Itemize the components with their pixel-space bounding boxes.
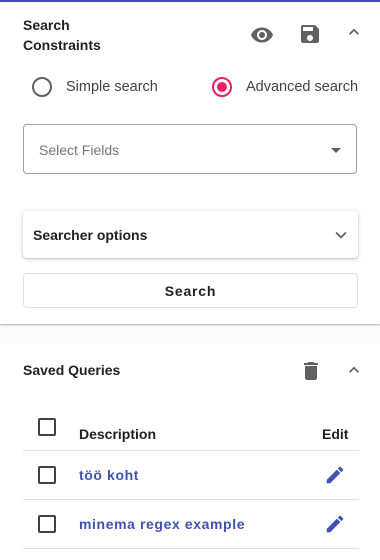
dropdown-arrow-icon (331, 148, 341, 153)
advanced-search-radio[interactable]: Advanced search (212, 74, 358, 100)
trash-icon (299, 359, 323, 383)
query-description-link[interactable]: minema regex example (79, 516, 245, 532)
saved-queries-card: Saved Queries Description Edit töö koht … (0, 344, 380, 560)
section-divider (0, 326, 380, 344)
select-fields-label: Select Fields (39, 142, 120, 158)
table-divider (23, 548, 359, 549)
collapse-search-constraints-button[interactable] (340, 18, 368, 46)
edit-column-header: Edit (322, 426, 349, 442)
table-divider (23, 450, 359, 451)
radio-unchecked-icon (32, 77, 52, 97)
query-description-link[interactable]: töö koht (79, 467, 139, 483)
pencil-icon (324, 513, 346, 535)
edit-query-button[interactable] (321, 461, 349, 489)
delete-queries-button[interactable] (297, 357, 325, 385)
row-checkbox[interactable] (38, 466, 56, 484)
select-fields-dropdown[interactable]: Select Fields (23, 124, 357, 174)
simple-search-label: Simple search (66, 79, 158, 95)
saved-queries-title: Saved Queries (23, 362, 121, 378)
searcher-options-title: Searcher options (33, 227, 148, 243)
advanced-search-label: Advanced search (246, 79, 359, 95)
radio-checked-icon (212, 77, 232, 97)
collapse-saved-queries-button[interactable] (340, 356, 368, 384)
search-constraints-title: Search Constraints (23, 17, 101, 53)
simple-search-radio[interactable]: Simple search (32, 74, 158, 100)
chevron-up-icon (344, 360, 364, 380)
select-all-checkbox[interactable] (38, 418, 56, 436)
search-button[interactable]: Search (23, 273, 358, 308)
save-query-button[interactable] (296, 20, 324, 48)
preview-button[interactable] (248, 21, 276, 49)
row-checkbox[interactable] (38, 515, 56, 533)
search-constraints-card: Search Constraints Simple search Advance… (0, 2, 380, 324)
table-divider (23, 499, 359, 500)
edit-query-button[interactable] (321, 510, 349, 538)
chevron-up-icon (344, 22, 364, 42)
pencil-icon (324, 464, 346, 486)
description-column-header: Description (79, 426, 157, 442)
floppy-disk-icon (298, 22, 322, 46)
chevron-down-icon (330, 224, 352, 251)
searcher-options-panel[interactable]: Searcher options (23, 211, 358, 258)
eye-icon (250, 23, 274, 47)
